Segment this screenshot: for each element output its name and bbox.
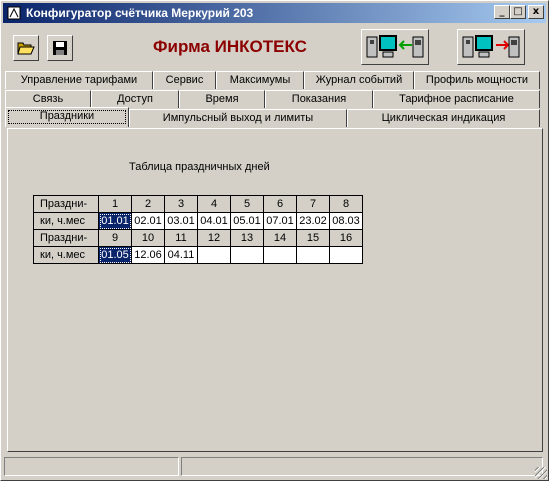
status-bar xyxy=(4,457,547,478)
holiday-cell-3[interactable]: 03.01 xyxy=(164,212,198,230)
holiday-cell-1[interactable]: 01.01 xyxy=(98,212,132,230)
holiday-cell-9[interactable]: 01.05 xyxy=(98,246,132,264)
brand-label: Фирма ИНКОТЕКС xyxy=(153,37,307,56)
status-panel-left xyxy=(4,457,179,476)
status-panel-right xyxy=(181,457,543,476)
column-number: 11 xyxy=(164,229,198,247)
tab-tariff-control[interactable]: Управление тарифами xyxy=(5,71,153,89)
app-icon xyxy=(6,5,22,21)
table-row: Праздни- 9 10 11 12 13 14 15 16 xyxy=(33,229,363,247)
tab-event-log[interactable]: Журнал событий xyxy=(304,71,414,89)
close-button[interactable]: x xyxy=(528,5,544,19)
row-header: ки, ч.мес xyxy=(33,212,99,230)
write-to-meter-button[interactable] xyxy=(457,29,525,65)
holiday-cell-12[interactable] xyxy=(197,246,231,264)
holiday-cell-16[interactable] xyxy=(329,246,363,264)
window-title: Конфигуратор счётчика Меркурий 203 xyxy=(26,6,254,20)
read-from-meter-icon xyxy=(366,35,424,58)
row-header: Праздни- xyxy=(33,229,99,247)
column-number: 14 xyxy=(263,229,297,247)
holiday-cell-8[interactable]: 08.03 xyxy=(329,212,363,230)
holiday-cell-2[interactable]: 02.01 xyxy=(131,212,165,230)
tab-pulse-output-limits[interactable]: Импульсный выход и лимиты xyxy=(129,109,347,127)
read-from-meter-button[interactable] xyxy=(361,29,429,65)
column-number: 2 xyxy=(131,195,165,213)
column-number: 4 xyxy=(197,195,231,213)
toolbar: Фирма ИНКОТЕКС xyxy=(3,25,546,69)
holiday-cell-13[interactable] xyxy=(230,246,264,264)
holiday-cell-10[interactable]: 12.06 xyxy=(131,246,165,264)
column-number: 10 xyxy=(131,229,165,247)
column-number: 15 xyxy=(296,229,330,247)
holiday-cell-4[interactable]: 04.01 xyxy=(197,212,231,230)
maximize-button[interactable]: □ xyxy=(510,5,526,19)
holidays-grid: Праздни- 1 2 3 4 5 6 7 8 ки, ч.мес 01.01… xyxy=(33,195,363,264)
open-button[interactable] xyxy=(13,35,39,61)
minimize-button[interactable]: _ xyxy=(494,5,510,19)
main-window: Конфигуратор счётчика Меркурий 203 _ □ x… xyxy=(0,0,549,481)
column-number: 6 xyxy=(263,195,297,213)
holiday-cell-6[interactable]: 07.01 xyxy=(263,212,297,230)
tab-connection[interactable]: Связь xyxy=(5,90,91,108)
column-number: 16 xyxy=(329,229,363,247)
holidays-table-title: Таблица праздничных дней xyxy=(129,161,270,173)
column-number: 7 xyxy=(296,195,330,213)
save-button[interactable] xyxy=(47,35,73,61)
column-number: 12 xyxy=(197,229,231,247)
tab-access[interactable]: Доступ xyxy=(91,90,179,108)
resize-grip[interactable] xyxy=(535,467,547,479)
column-number: 1 xyxy=(98,195,132,213)
holiday-cell-15[interactable] xyxy=(296,246,330,264)
column-number: 5 xyxy=(230,195,264,213)
tab-holidays[interactable]: Праздники xyxy=(5,107,129,127)
tab-cyclic-display[interactable]: Циклическая индикация xyxy=(347,109,540,127)
holiday-cell-11[interactable]: 04.11 xyxy=(164,246,198,264)
tab-service[interactable]: Сервис xyxy=(153,71,216,89)
holiday-cell-5[interactable]: 05.01 xyxy=(230,212,264,230)
column-number: 8 xyxy=(329,195,363,213)
title-bar[interactable]: Конфигуратор счётчика Меркурий 203 _ □ x xyxy=(3,3,546,23)
tab-row-1: Управление тарифами Сервис Максимумы Жур… xyxy=(5,71,540,89)
column-number: 3 xyxy=(164,195,198,213)
tab-row-3: Праздники Импульсный выход и лимиты Цикл… xyxy=(5,107,540,127)
column-number: 13 xyxy=(230,229,264,247)
folder-open-icon xyxy=(17,42,35,55)
table-row: ки, ч.мес 01.05 12.06 04.11 xyxy=(33,246,363,264)
tab-row-2: Связь Доступ Время Показания Тарифное ра… xyxy=(5,90,540,108)
tab-tariff-schedule[interactable]: Тарифное расписание xyxy=(373,90,540,108)
tab-power-profile[interactable]: Профиль мощности xyxy=(414,71,540,89)
row-header: ки, ч.мес xyxy=(33,246,99,264)
table-row: Праздни- 1 2 3 4 5 6 7 8 xyxy=(33,195,363,213)
write-to-meter-icon xyxy=(462,35,520,58)
tab-readings[interactable]: Показания xyxy=(265,90,373,108)
holidays-panel xyxy=(7,128,543,452)
column-number: 9 xyxy=(98,229,132,247)
row-header: Праздни- xyxy=(33,195,99,213)
tab-time[interactable]: Время xyxy=(179,90,265,108)
holiday-cell-7[interactable]: 23.02 xyxy=(296,212,330,230)
tab-maximums[interactable]: Максимумы xyxy=(216,71,304,89)
holiday-cell-14[interactable] xyxy=(263,246,297,264)
table-row: ки, ч.мес 01.01 02.01 03.01 04.01 05.01 … xyxy=(33,212,363,230)
floppy-disk-icon xyxy=(53,41,67,55)
